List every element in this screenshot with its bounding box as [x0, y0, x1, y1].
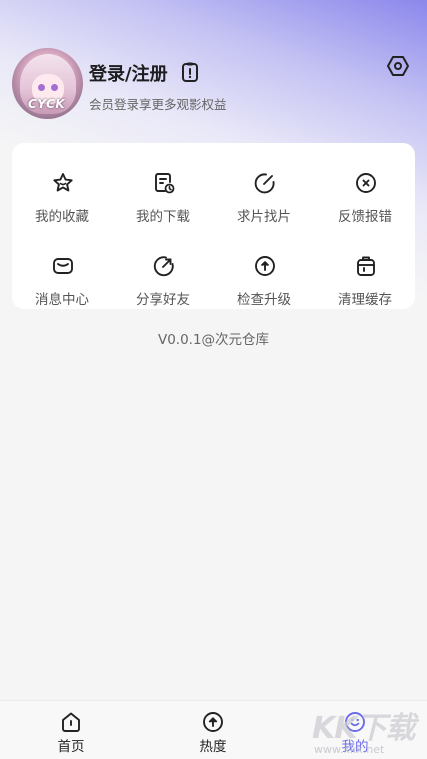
menu-label: 求片找片 [237, 209, 291, 225]
menu-item-feedback[interactable]: 反馈报错 [315, 155, 415, 225]
menu-label: 我的收藏 [35, 209, 89, 225]
settings-icon[interactable] [386, 54, 410, 78]
login-subtitle: 会员登录享更多观影权益 [89, 97, 227, 112]
login-register-link[interactable]: 登录/注册 [89, 60, 168, 86]
watermark-logo: KK下载 [312, 711, 415, 746]
tab-hot[interactable]: 热度 [173, 701, 253, 759]
trash-icon [357, 256, 375, 276]
watermark: KK下载 www.kkx.net [310, 703, 427, 759]
menu-item-favorites[interactable]: 我的收藏 [12, 155, 112, 225]
menu-item-request[interactable]: 求片找片 [214, 155, 314, 225]
avatar[interactable]: CYCK [12, 48, 83, 119]
edit-icon [254, 173, 275, 194]
function-menu-card: 我的收藏 我的下载 求片找片 反馈报错 消息中心 分享好友 检查升级 清理缓存 [12, 143, 415, 309]
menu-item-upgrade[interactable]: 检查升级 [214, 238, 314, 308]
share-icon [153, 256, 174, 277]
menu-label: 分享好友 [136, 292, 190, 308]
watermark-url: www.kkx.net [314, 743, 385, 756]
menu-item-share[interactable]: 分享好友 [113, 238, 213, 308]
menu-label: 消息中心 [35, 292, 89, 308]
download-clock-icon [155, 173, 175, 194]
tab-home[interactable]: 首页 [31, 701, 111, 759]
menu-label: 我的下载 [136, 209, 190, 225]
star-icon [53, 173, 73, 192]
home-icon [62, 712, 80, 732]
menu-item-messages[interactable]: 消息中心 [12, 238, 112, 308]
profile-header: CYCK 登录/注册 会员登录享更多观影权益 [12, 48, 415, 120]
avatar-caption: CYCK [28, 97, 66, 111]
tab-label: 首页 [57, 739, 85, 755]
menu-label: 检查升级 [237, 292, 291, 308]
menu-label: 反馈报错 [338, 209, 392, 225]
close-circle-icon [356, 173, 376, 193]
menu-item-downloads[interactable]: 我的下载 [113, 155, 213, 225]
mail-icon [53, 258, 73, 274]
menu-item-clear-cache[interactable]: 清理缓存 [315, 238, 415, 308]
menu-label: 清理缓存 [338, 292, 392, 308]
version-text: V0.0.1@次元仓库 [157, 332, 270, 348]
upgrade-icon [255, 256, 275, 276]
tab-label: 热度 [199, 739, 227, 755]
badge-icon[interactable] [181, 62, 199, 82]
hot-icon [203, 712, 223, 732]
